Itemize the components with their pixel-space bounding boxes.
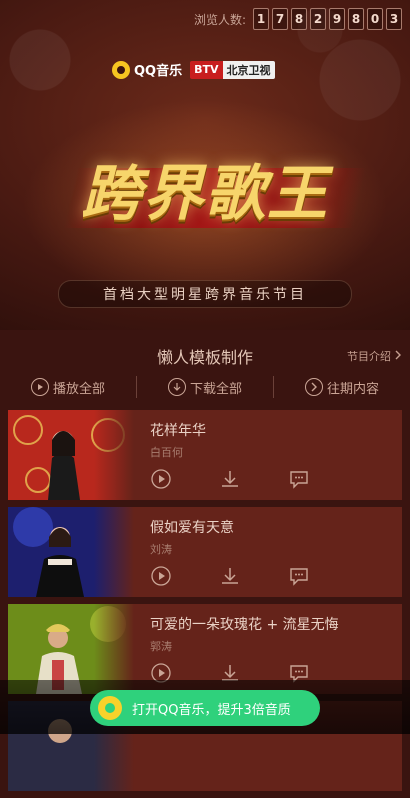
chevron-right-icon <box>394 350 402 363</box>
qq-music-icon <box>112 60 130 79</box>
btv-logo: BTV 北京卫视 <box>190 60 275 79</box>
song-singer: 郭涛 <box>150 640 172 653</box>
open-qq-music-label: 打开QQ音乐，提升3倍音质 <box>132 702 291 718</box>
open-qq-music-button[interactable]: 打开QQ音乐，提升3倍音质 <box>90 690 320 726</box>
qq-music-logo: QQ音乐 <box>112 60 182 79</box>
visit-counter: 浏览人数: 1 7 8 2 9 8 0 3 <box>194 8 402 30</box>
show-title-block: 跨界歌王 <box>0 128 410 248</box>
song-actions <box>150 565 310 587</box>
song-thumbnail <box>8 507 134 597</box>
song-singer: 刘涛 <box>150 543 172 556</box>
song-title: 可爱的一朵玫瑰花 + 流星无悔 <box>150 617 339 633</box>
visit-digit: 8 <box>291 8 307 30</box>
partner-logos: QQ音乐 BTV 北京卫视 <box>112 60 275 79</box>
program-intro-label: 节目介绍 <box>347 350 391 363</box>
song-item[interactable]: 假如爱有天意 刘涛 <box>8 507 402 597</box>
chevron-right-circle-icon <box>304 378 323 396</box>
action-bar: 播放全部 下载全部 往期内容 <box>0 372 410 402</box>
program-intro-link[interactable]: 节目介绍 <box>347 348 402 364</box>
visit-digit: 7 <box>272 8 288 30</box>
past-episodes-label: 往期内容 <box>326 381 379 397</box>
song-title: 假如爱有天意 <box>150 520 234 536</box>
play-icon[interactable] <box>150 565 172 587</box>
song-actions <box>150 468 310 490</box>
visit-digit: 8 <box>348 8 364 30</box>
visit-digit: 2 <box>310 8 326 30</box>
section-header: 懒人模板制作 节目介绍 <box>0 340 410 370</box>
btv-logo-left: BTV <box>190 60 223 79</box>
visit-digit: 9 <box>329 8 345 30</box>
song-thumbnail <box>8 410 134 500</box>
visit-label: 浏览人数: <box>193 12 246 27</box>
qq-music-logo-text: QQ音乐 <box>134 64 183 79</box>
song-title: 花样年华 <box>150 423 206 439</box>
past-episodes-button[interactable]: 往期内容 <box>274 372 410 402</box>
visit-digit: 3 <box>386 8 402 30</box>
song-item[interactable]: 花样年华 白百何 <box>8 410 402 500</box>
qq-music-icon <box>98 696 122 720</box>
download-circle-icon <box>167 378 186 396</box>
download-icon[interactable] <box>219 468 241 490</box>
play-all-button[interactable]: 播放全部 <box>0 372 136 402</box>
download-all-label: 下载全部 <box>189 381 242 397</box>
play-icon[interactable] <box>150 468 172 490</box>
download-icon[interactable] <box>219 565 241 587</box>
song-list: 花样年华 白百何 假如爱有天意 刘涛 可爱的一朵玫瑰花 + 流星无悔 郭涛 <box>8 410 402 798</box>
show-subtitle: 首档大型明星跨界音乐节目 <box>58 280 352 308</box>
comment-icon[interactable] <box>288 468 310 490</box>
play-circle-icon <box>30 378 49 396</box>
visit-digit: 1 <box>253 8 269 30</box>
show-title: 跨界歌王 <box>81 158 329 229</box>
comment-icon[interactable] <box>288 565 310 587</box>
visit-digit: 0 <box>367 8 383 30</box>
play-all-label: 播放全部 <box>52 381 105 397</box>
download-all-button[interactable]: 下载全部 <box>137 372 273 402</box>
btv-logo-right: 北京卫视 <box>222 60 275 79</box>
song-singer: 白百何 <box>150 446 183 459</box>
